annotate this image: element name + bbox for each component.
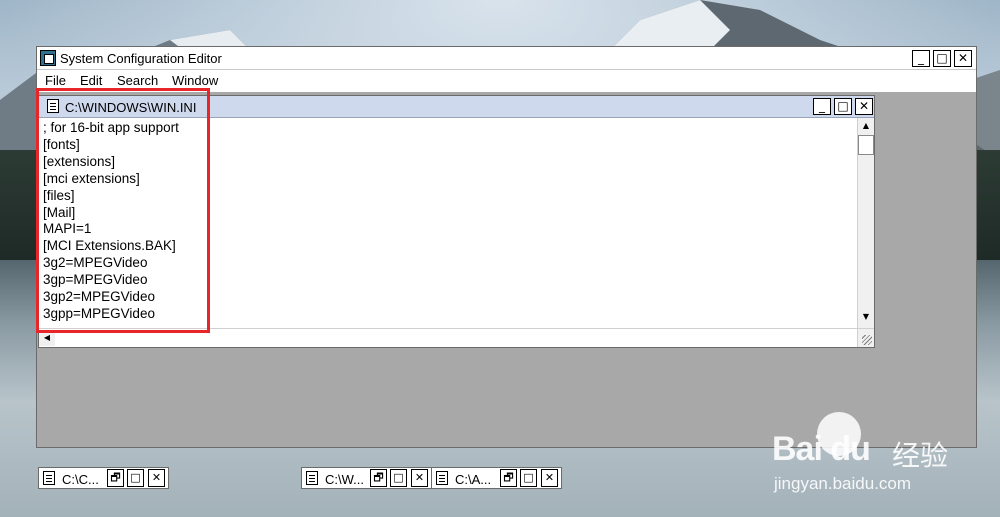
watermark-chinese: 经验 <box>892 439 949 472</box>
restore-button[interactable]: 🗗 <box>370 469 387 487</box>
baidu-watermark: Bai du 经验 jingyan.baidu.com <box>762 410 992 510</box>
restore-button[interactable]: 🗗 <box>107 469 124 487</box>
maximize-button[interactable]: □ <box>520 469 537 487</box>
maximize-button[interactable]: □ <box>127 469 144 487</box>
app-title: System Configuration Editor <box>60 51 222 66</box>
watermark-brand: Bai du <box>772 430 871 468</box>
close-button[interactable]: ✕ <box>148 469 165 487</box>
scroll-down-arrow-icon[interactable]: ▼ <box>858 309 874 325</box>
menu-window[interactable]: Window <box>172 73 218 88</box>
document-close-button[interactable]: ✕ <box>855 98 873 115</box>
vertical-scrollbar[interactable]: ▲ ▼ <box>857 118 874 328</box>
app-close-button[interactable]: ✕ <box>954 50 972 67</box>
scroll-up-arrow-icon[interactable]: ▲ <box>858 118 874 134</box>
app-minimize-button[interactable]: _ <box>912 50 930 67</box>
minimized-document-1[interactable]: C:\C... 🗗 □ ✕ <box>38 467 169 489</box>
tree-line-right <box>975 150 1000 260</box>
sysedit-app-icon[interactable] <box>40 50 56 66</box>
app-title-bar[interactable]: System Configuration Editor _ □ ✕ <box>37 47 976 70</box>
document-maximize-button[interactable]: □ <box>834 98 852 115</box>
document-icon[interactable] <box>306 471 318 485</box>
red-highlight-box <box>36 88 210 333</box>
minimized-document-title: C:\W... <box>325 472 364 487</box>
close-button[interactable]: ✕ <box>541 469 558 487</box>
close-button[interactable]: ✕ <box>411 469 428 487</box>
document-icon[interactable] <box>43 471 55 485</box>
minimized-document-title: C:\A... <box>455 472 492 487</box>
vertical-scroll-thumb[interactable] <box>858 135 874 155</box>
document-icon[interactable] <box>436 471 448 485</box>
watermark-url: jingyan.baidu.com <box>774 474 912 493</box>
document-minimize-button[interactable]: _ <box>813 98 831 115</box>
minimized-document-3[interactable]: C:\A... 🗗 □ ✕ <box>431 467 562 489</box>
restore-button[interactable]: 🗗 <box>500 469 517 487</box>
resize-grip-icon[interactable] <box>857 328 874 347</box>
minimized-document-title: C:\C... <box>62 472 99 487</box>
menu-edit[interactable]: Edit <box>80 73 102 88</box>
menu-file[interactable]: File <box>45 73 66 88</box>
maximize-button[interactable]: □ <box>390 469 407 487</box>
menu-search[interactable]: Search <box>117 73 158 88</box>
app-maximize-button[interactable]: □ <box>933 50 951 67</box>
minimized-document-2[interactable]: C:\W... 🗗 □ ✕ <box>301 467 432 489</box>
